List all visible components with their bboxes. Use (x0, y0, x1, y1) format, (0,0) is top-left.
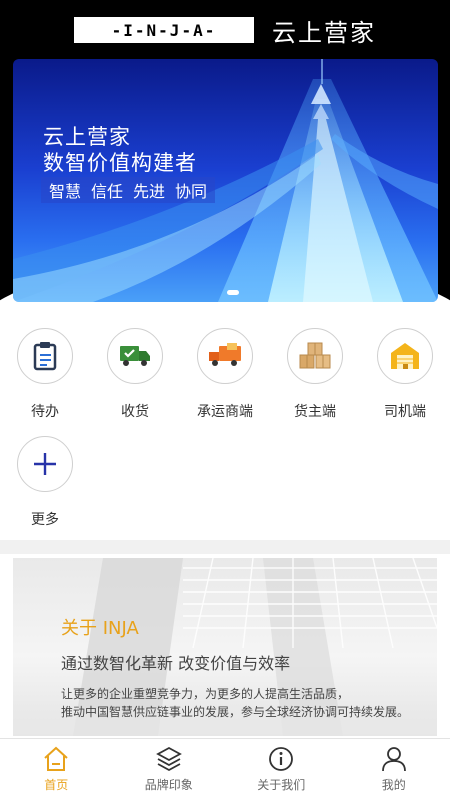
bottom-tab-bar: 首页 品牌印象 关于我们 我的 (0, 738, 450, 800)
home-icon (44, 746, 68, 771)
about-card[interactable]: 关于 INJA 通过数智化革新 改变价值与效率 让更多的企业重塑竞争力，为更多的… (13, 558, 437, 736)
orange-truck-icon (209, 343, 241, 366)
info-icon (269, 747, 294, 771)
action-more-label: 更多 (31, 512, 59, 528)
tab-about-us-label: 关于我们 (257, 778, 306, 792)
action-receive-label: 收货 (121, 404, 149, 420)
action-carrier-circle[interactable] (197, 328, 253, 384)
action-todo-label: 待办 (31, 404, 59, 420)
banner-tag: 协同 (175, 182, 208, 201)
about-title: 关于 INJA (61, 618, 139, 639)
action-carrier-label: 承运商端 (197, 404, 253, 420)
tab-mine[interactable]: 我的 (338, 739, 450, 800)
plus-icon (34, 453, 56, 475)
action-todo-circle[interactable] (17, 328, 73, 384)
action-more-circle[interactable] (17, 436, 73, 492)
action-driver[interactable]: 司机端 (370, 328, 440, 421)
action-shipper-circle[interactable] (287, 328, 343, 384)
brand-name: 云上营家 (272, 18, 376, 47)
brand-logo-text: -I-N-J-A- (111, 20, 217, 40)
about-subtitle: 通过数智化革新 改变价值与效率 (61, 654, 291, 673)
warehouse-icon (391, 343, 419, 369)
section-divider (0, 540, 450, 554)
tab-about-us[interactable]: 关于我们 (225, 739, 338, 800)
action-receive-circle[interactable] (107, 328, 163, 384)
banner-tag: 智慧 (49, 182, 82, 201)
action-carrier[interactable]: 承运商端 (190, 328, 260, 421)
action-more[interactable]: 更多 (10, 436, 80, 529)
layers-icon (155, 746, 182, 772)
tab-mine-label: 我的 (381, 778, 406, 792)
about-description-line1: 让更多的企业重塑竞争力，为更多的人提高生活品质， (61, 687, 350, 701)
action-shipper[interactable]: 货主端 (280, 328, 350, 421)
action-todo[interactable]: 待办 (10, 328, 80, 421)
action-receive[interactable]: 收货 (100, 328, 170, 421)
app-header: -I-N-J-A- 云上营家 (0, 0, 450, 60)
tab-home-label: 首页 (44, 778, 69, 792)
clipboard-icon (33, 342, 57, 371)
delivery-truck-icon (120, 346, 150, 366)
boxes-icon (299, 342, 331, 369)
tab-brand-impression[interactable]: 品牌印象 (113, 739, 226, 800)
action-shipper-label: 货主端 (294, 404, 336, 420)
about-description-line2: 推动中国智慧供应链事业的发展，参与全球经济协调可持续发展。 (61, 705, 410, 719)
banner-tag: 先进 (133, 182, 166, 201)
tab-home[interactable]: 首页 (0, 739, 113, 800)
action-driver-label: 司机端 (384, 404, 426, 420)
hero-banner[interactable]: 云上营家 数智价值构建者 智慧 信任 先进 协同 (13, 59, 438, 302)
carousel-indicator[interactable] (227, 290, 239, 295)
action-driver-circle[interactable] (377, 328, 433, 384)
banner-tag: 信任 (91, 182, 124, 201)
banner-title-line2: 数智价值构建者 (43, 151, 197, 175)
brand-logo: -I-N-J-A- (74, 17, 254, 43)
banner-tags: 智慧 信任 先进 协同 (41, 177, 216, 203)
user-icon (381, 747, 406, 772)
tab-brand-impression-label: 品牌印象 (144, 778, 193, 792)
